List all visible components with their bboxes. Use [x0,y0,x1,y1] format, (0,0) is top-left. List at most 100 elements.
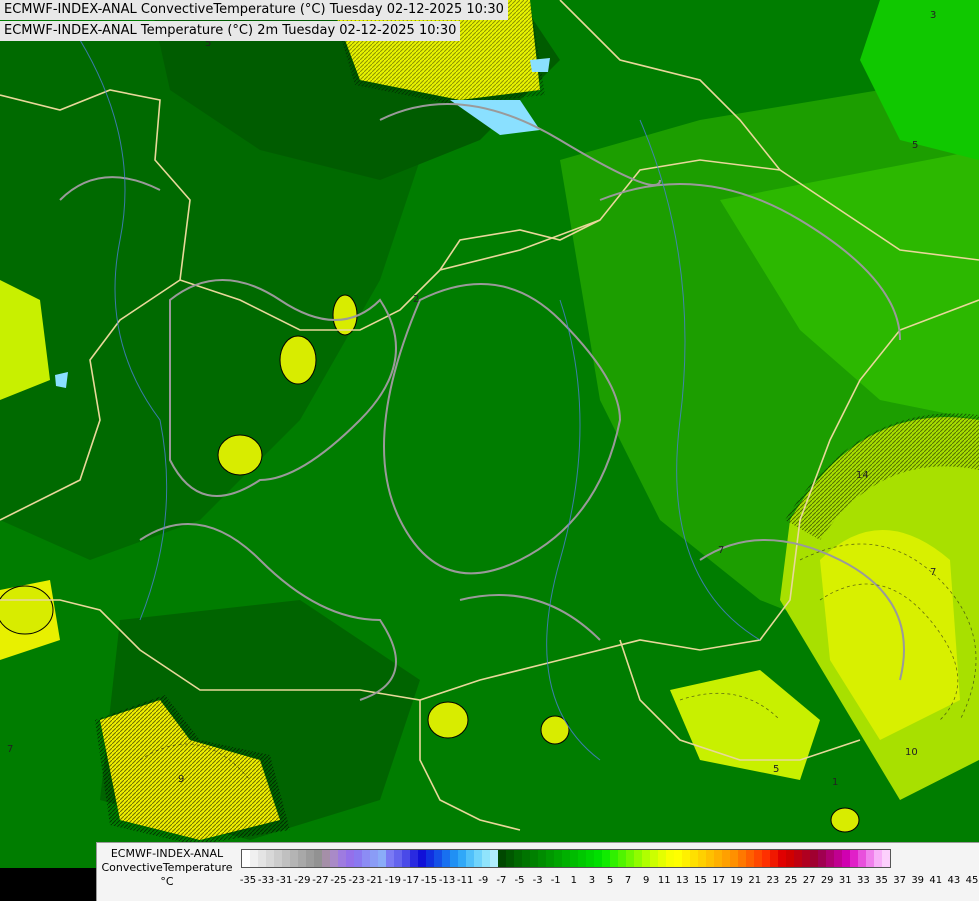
legend-swatch [402,850,410,867]
legend-title-unit: °C [160,875,174,888]
legend-swatch [666,850,674,867]
legend-title-parameter: ConvectiveTemperature [101,861,233,874]
legend-tick-label: -29 [294,875,311,886]
legend-swatch [378,850,386,867]
legend-swatch [570,850,578,867]
legend-swatch [266,850,274,867]
legend-swatch [602,850,610,867]
legend-swatch [730,850,738,867]
legend-tick-label: 21 [748,875,762,886]
legend-swatch [354,850,362,867]
legend-swatch [594,850,602,867]
legend-tick-label: 41 [929,875,943,886]
legend-swatch [338,850,346,867]
legend-swatch [450,850,458,867]
legend-tick-label: 23 [766,875,780,886]
legend-swatch [802,850,810,867]
contour-label: 5 [773,764,779,775]
legend-swatch [274,850,282,867]
legend-swatch [738,850,746,867]
legend-swatch [554,850,562,867]
legend-swatch [306,850,314,867]
weather-map[interactable]: 5 14 7 10 5 3 7 2 5 1 7 9 [0,0,979,900]
legend-swatch [442,850,450,867]
legend-swatch [466,850,474,867]
legend-tick-label: -23 [348,875,365,886]
legend-swatch [650,850,658,867]
legend-swatch [778,850,786,867]
legend-swatch [810,850,818,867]
legend-swatch [282,850,290,867]
legend-tick-label: -11 [457,875,474,886]
legend-swatch [250,850,258,867]
legend-swatch [322,850,330,867]
legend-swatch [474,850,482,867]
legend-tick-label: 35 [875,875,888,886]
legend-swatch [578,850,586,867]
legend-swatch [706,850,714,867]
legend-swatch [458,850,466,867]
legend-tick-label: 13 [676,875,689,886]
legend-tick-label: -7 [496,875,507,886]
legend-swatch [418,850,426,867]
legend-swatch [690,850,698,867]
legend-swatch [866,850,874,867]
contour-label: 14 [856,470,869,481]
legend-tick-label: 17 [712,875,725,886]
legend-swatch [314,850,322,867]
legend-swatch [786,850,794,867]
legend-swatch [658,850,666,867]
legend-swatch [386,850,394,867]
legend-swatch [746,850,754,867]
legend-tick-label: -17 [402,875,420,886]
legend-swatch [698,850,706,867]
legend-swatch [714,850,722,867]
legend-swatch [770,850,778,867]
legend-tick-label: 7 [624,875,632,886]
legend-swatch [642,850,650,867]
contour-label: 7 [7,744,13,755]
legend-tick-label: -1 [550,875,561,886]
legend-swatch [410,850,418,867]
legend-swatch [674,850,682,867]
no-data-corner [0,868,96,900]
legend-tick-label: 5 [606,875,614,886]
legend-swatch [618,850,626,867]
legend-swatch [426,850,434,867]
legend-swatch [522,850,530,867]
color-legend: ECMWF-INDEX-ANAL ConvectiveTemperature °… [96,842,979,901]
legend-swatch [842,850,850,867]
legend-tick-label: -27 [312,875,329,886]
contour-label: 10 [905,747,918,758]
legend-swatch [498,850,506,867]
legend-tick-label: 19 [730,875,744,886]
legend-tick-label: -5 [514,875,525,886]
legend-swatch [626,850,634,867]
contour-label: 3 [930,10,936,21]
legend-swatch [586,850,594,867]
legend-swatch [754,850,762,867]
legend-swatch [826,850,834,867]
legend-swatch [610,850,618,867]
legend-swatch [874,850,882,867]
contour-label: 9 [178,774,184,785]
water-small [530,58,550,72]
map-title-line-2: ECMWF-INDEX-ANAL Temperature (°C) 2m Tue… [0,21,461,41]
legend-swatch [562,850,570,867]
legend-tick-label: -35 [239,875,257,886]
legend-tick-label: 25 [784,875,798,886]
legend-swatch [330,850,338,867]
legend-tick-label: 1 [570,875,577,886]
legend-tick-label: -31 [276,875,293,886]
legend-swatch [538,850,546,867]
legend-swatch [762,850,770,867]
legend-swatch [482,850,490,867]
legend-tick-label: 3 [588,875,596,886]
legend-swatch [370,850,378,867]
legend-tick-label: 29 [820,875,834,886]
legend-tick-label: 9 [643,875,650,886]
legend-tick-label: -15 [420,875,438,886]
legend-tick-label: 37 [893,875,906,886]
legend-tick-label: -13 [438,875,456,886]
contour-label: 7 [718,545,724,556]
